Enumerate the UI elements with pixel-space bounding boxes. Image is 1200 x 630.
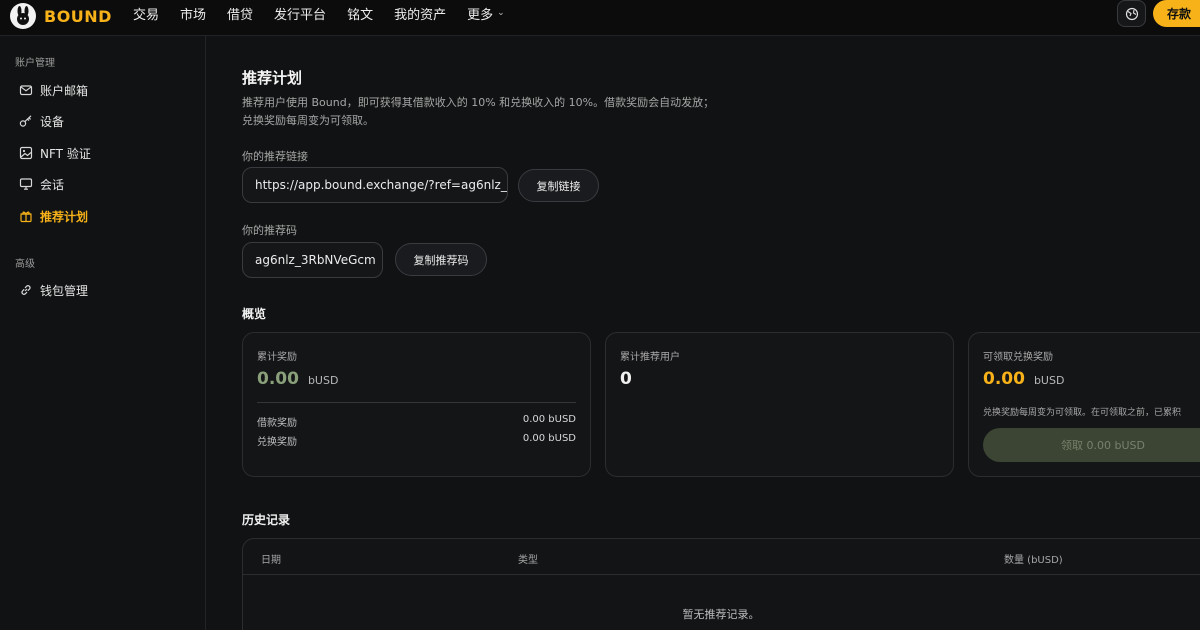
deposit-button[interactable]: 存款: [1153, 0, 1200, 27]
sidebar-item-referral[interactable]: 推荐计划: [19, 206, 88, 226]
referral-link-field[interactable]: https://app.bound.exchange/?ref=ag6nlz_: [242, 167, 508, 203]
page-title: 推荐计划: [242, 69, 303, 87]
description-line-2: 兑换奖励每周变为可领取。: [242, 114, 374, 127]
brand-name: BOUND: [44, 6, 112, 26]
referred-users-label: 累计推荐用户: [620, 352, 680, 363]
language-button[interactable]: [1117, 0, 1146, 27]
referred-users-count: 0: [620, 369, 632, 389]
sidebar-item-devices[interactable]: 设备: [19, 111, 64, 131]
history-table: 日期 类型 数量 (bUSD) 暂无推荐记录。: [242, 538, 1200, 630]
top-nav-bar: BOUND 交易 市场 借贷 发行平台 铭文 我的资产 更多 ⌄ 存款: [0, 0, 1200, 36]
rabbit-logo-icon: [10, 3, 36, 29]
sidebar-item-label: 推荐计划: [40, 209, 89, 224]
nav-more-label: 更多: [467, 7, 494, 23]
link-icon: [19, 283, 33, 297]
referral-link-label: 你的推荐链接: [242, 150, 308, 163]
sidebar-item-email[interactable]: 账户邮箱: [19, 80, 88, 100]
page-description: 推荐用户使用 Bound，即可获得其借款收入的 10% 和兑换收入的 10%。借…: [242, 94, 762, 130]
key-icon: [19, 114, 33, 128]
column-type: 类型: [518, 555, 538, 566]
referred-users-value: 0: [620, 369, 632, 389]
total-rewards-label: 累计奖励: [257, 352, 297, 363]
copy-link-button[interactable]: 复制链接: [518, 169, 599, 202]
claimable-rewards-value: 0.00 bUSD: [983, 369, 1064, 389]
sidebar-item-sessions[interactable]: 会话: [19, 174, 64, 194]
total-rewards-amount: 0.00: [257, 369, 299, 389]
total-rewards-card: 累计奖励 0.00 bUSD 借款奖励 0.00 bUSD 兑换奖励 0.00 …: [242, 332, 591, 477]
sidebar-item-label: NFT 验证: [40, 146, 91, 161]
description-line-1: 推荐用户使用 Bound，即可获得其借款收入的 10% 和兑换收入的 10%。借…: [242, 96, 715, 109]
sidebar-section-advanced: 高级: [15, 259, 35, 270]
referral-code-field[interactable]: ag6nlz_3RbNVeGcm: [242, 242, 383, 278]
claimable-note: 兑换奖励每周变为可领取。在可领取之前，已累积: [983, 408, 1182, 418]
column-amount: 数量 (bUSD): [1004, 555, 1063, 566]
gift-icon: [19, 209, 33, 223]
claimable-rewards-amount: 0.00: [983, 369, 1025, 389]
claimable-rewards-label: 可领取兑换奖励: [983, 352, 1053, 363]
sidebar-item-nft-verification[interactable]: NFT 验证: [19, 143, 91, 163]
borrow-rewards-value: 0.00 bUSD: [522, 414, 576, 425]
nav-item-launchpad[interactable]: 发行平台: [274, 4, 326, 23]
empty-state-text: 暂无推荐记录。: [682, 608, 760, 621]
total-rewards-value: 0.00 bUSD: [257, 369, 338, 389]
sidebar-item-label: 会话: [40, 177, 65, 192]
history-title: 历史记录: [242, 513, 291, 527]
copy-code-button[interactable]: 复制推荐码: [395, 243, 487, 276]
main-nav: 交易 市场 借贷 发行平台 铭文 我的资产 更多 ⌄: [133, 0, 526, 26]
nav-item-lending[interactable]: 借贷: [227, 4, 253, 23]
image-icon: [19, 146, 33, 160]
nav-item-more[interactable]: 更多 ⌄: [467, 4, 505, 23]
nav-item-my-assets[interactable]: 我的资产: [394, 4, 446, 23]
borrow-rewards-label: 借款奖励: [257, 418, 297, 429]
sidebar-item-label: 设备: [40, 114, 65, 129]
borrow-rewards-row: 借款奖励 0.00 bUSD: [257, 414, 576, 429]
sidebar-item-label: 账户邮箱: [40, 83, 89, 98]
swap-rewards-value: 0.00 bUSD: [522, 433, 576, 444]
swap-rewards-label: 兑换奖励: [257, 437, 297, 448]
brand-logo[interactable]: BOUND: [10, 2, 112, 30]
claimable-rewards-card: 可领取兑换奖励 0.00 bUSD 兑换奖励每周变为可领取。在可领取之前，已累积…: [968, 332, 1200, 477]
referred-users-card: 累计推荐用户 0: [605, 332, 954, 477]
card-divider: [257, 402, 576, 403]
claim-button[interactable]: 领取 0.00 bUSD: [983, 428, 1200, 462]
sidebar-section-account: 账户管理: [15, 58, 55, 69]
settings-sidebar: 账户管理 账户邮箱 设备 NFT 验证 会话 推荐计划 高级 钱包管理: [0, 36, 206, 630]
nav-item-market[interactable]: 市场: [180, 4, 206, 23]
chevron-down-icon: ⌄: [497, 8, 505, 18]
claimable-rewards-unit: bUSD: [1033, 374, 1065, 387]
column-date: 日期: [261, 555, 281, 566]
main-content: 推荐计划 推荐用户使用 Bound，即可获得其借款收入的 10% 和兑换收入的 …: [206, 36, 1200, 630]
history-table-header: 日期 类型 数量 (bUSD): [243, 539, 1200, 575]
sidebar-item-label: 钱包管理: [40, 283, 89, 298]
globe-icon: [1125, 7, 1138, 20]
nav-item-inscriptions[interactable]: 铭文: [347, 4, 373, 23]
referral-code-label: 你的推荐码: [242, 224, 297, 237]
total-rewards-unit: bUSD: [307, 374, 339, 387]
swap-rewards-row: 兑换奖励 0.00 bUSD: [257, 433, 576, 448]
nav-item-trade[interactable]: 交易: [133, 4, 159, 23]
mail-icon: [19, 83, 33, 97]
monitor-icon: [19, 177, 33, 191]
sidebar-item-wallet-management[interactable]: 钱包管理: [19, 280, 88, 300]
overview-title: 概览: [242, 307, 267, 321]
